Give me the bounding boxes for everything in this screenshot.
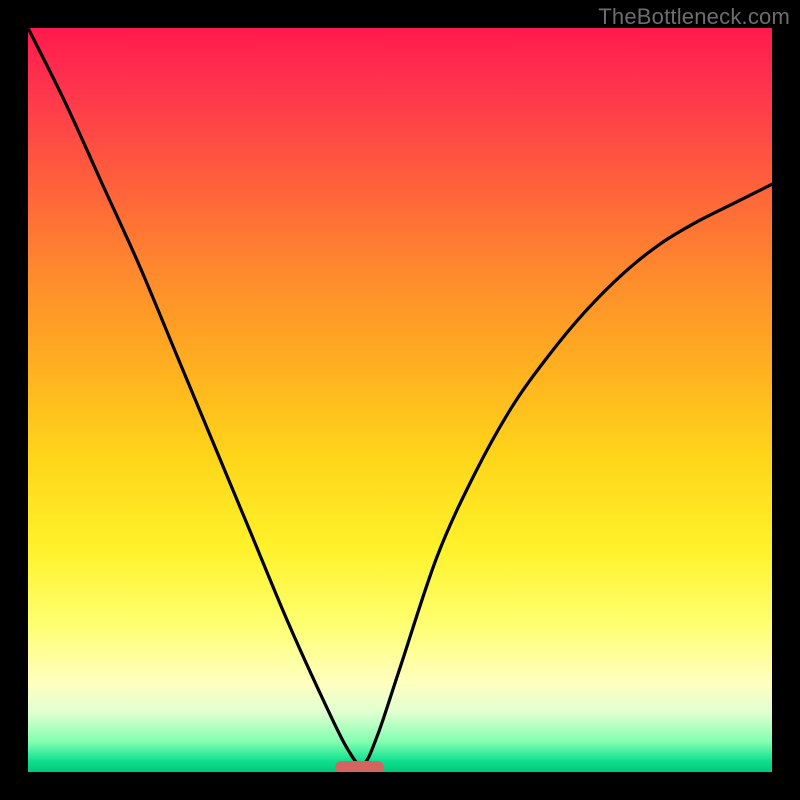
plot-area [28, 28, 772, 772]
optimal-marker [335, 761, 383, 772]
bottleneck-curve [28, 28, 772, 772]
chart-frame: TheBottleneck.com [0, 0, 800, 800]
attribution-label: TheBottleneck.com [598, 4, 790, 30]
